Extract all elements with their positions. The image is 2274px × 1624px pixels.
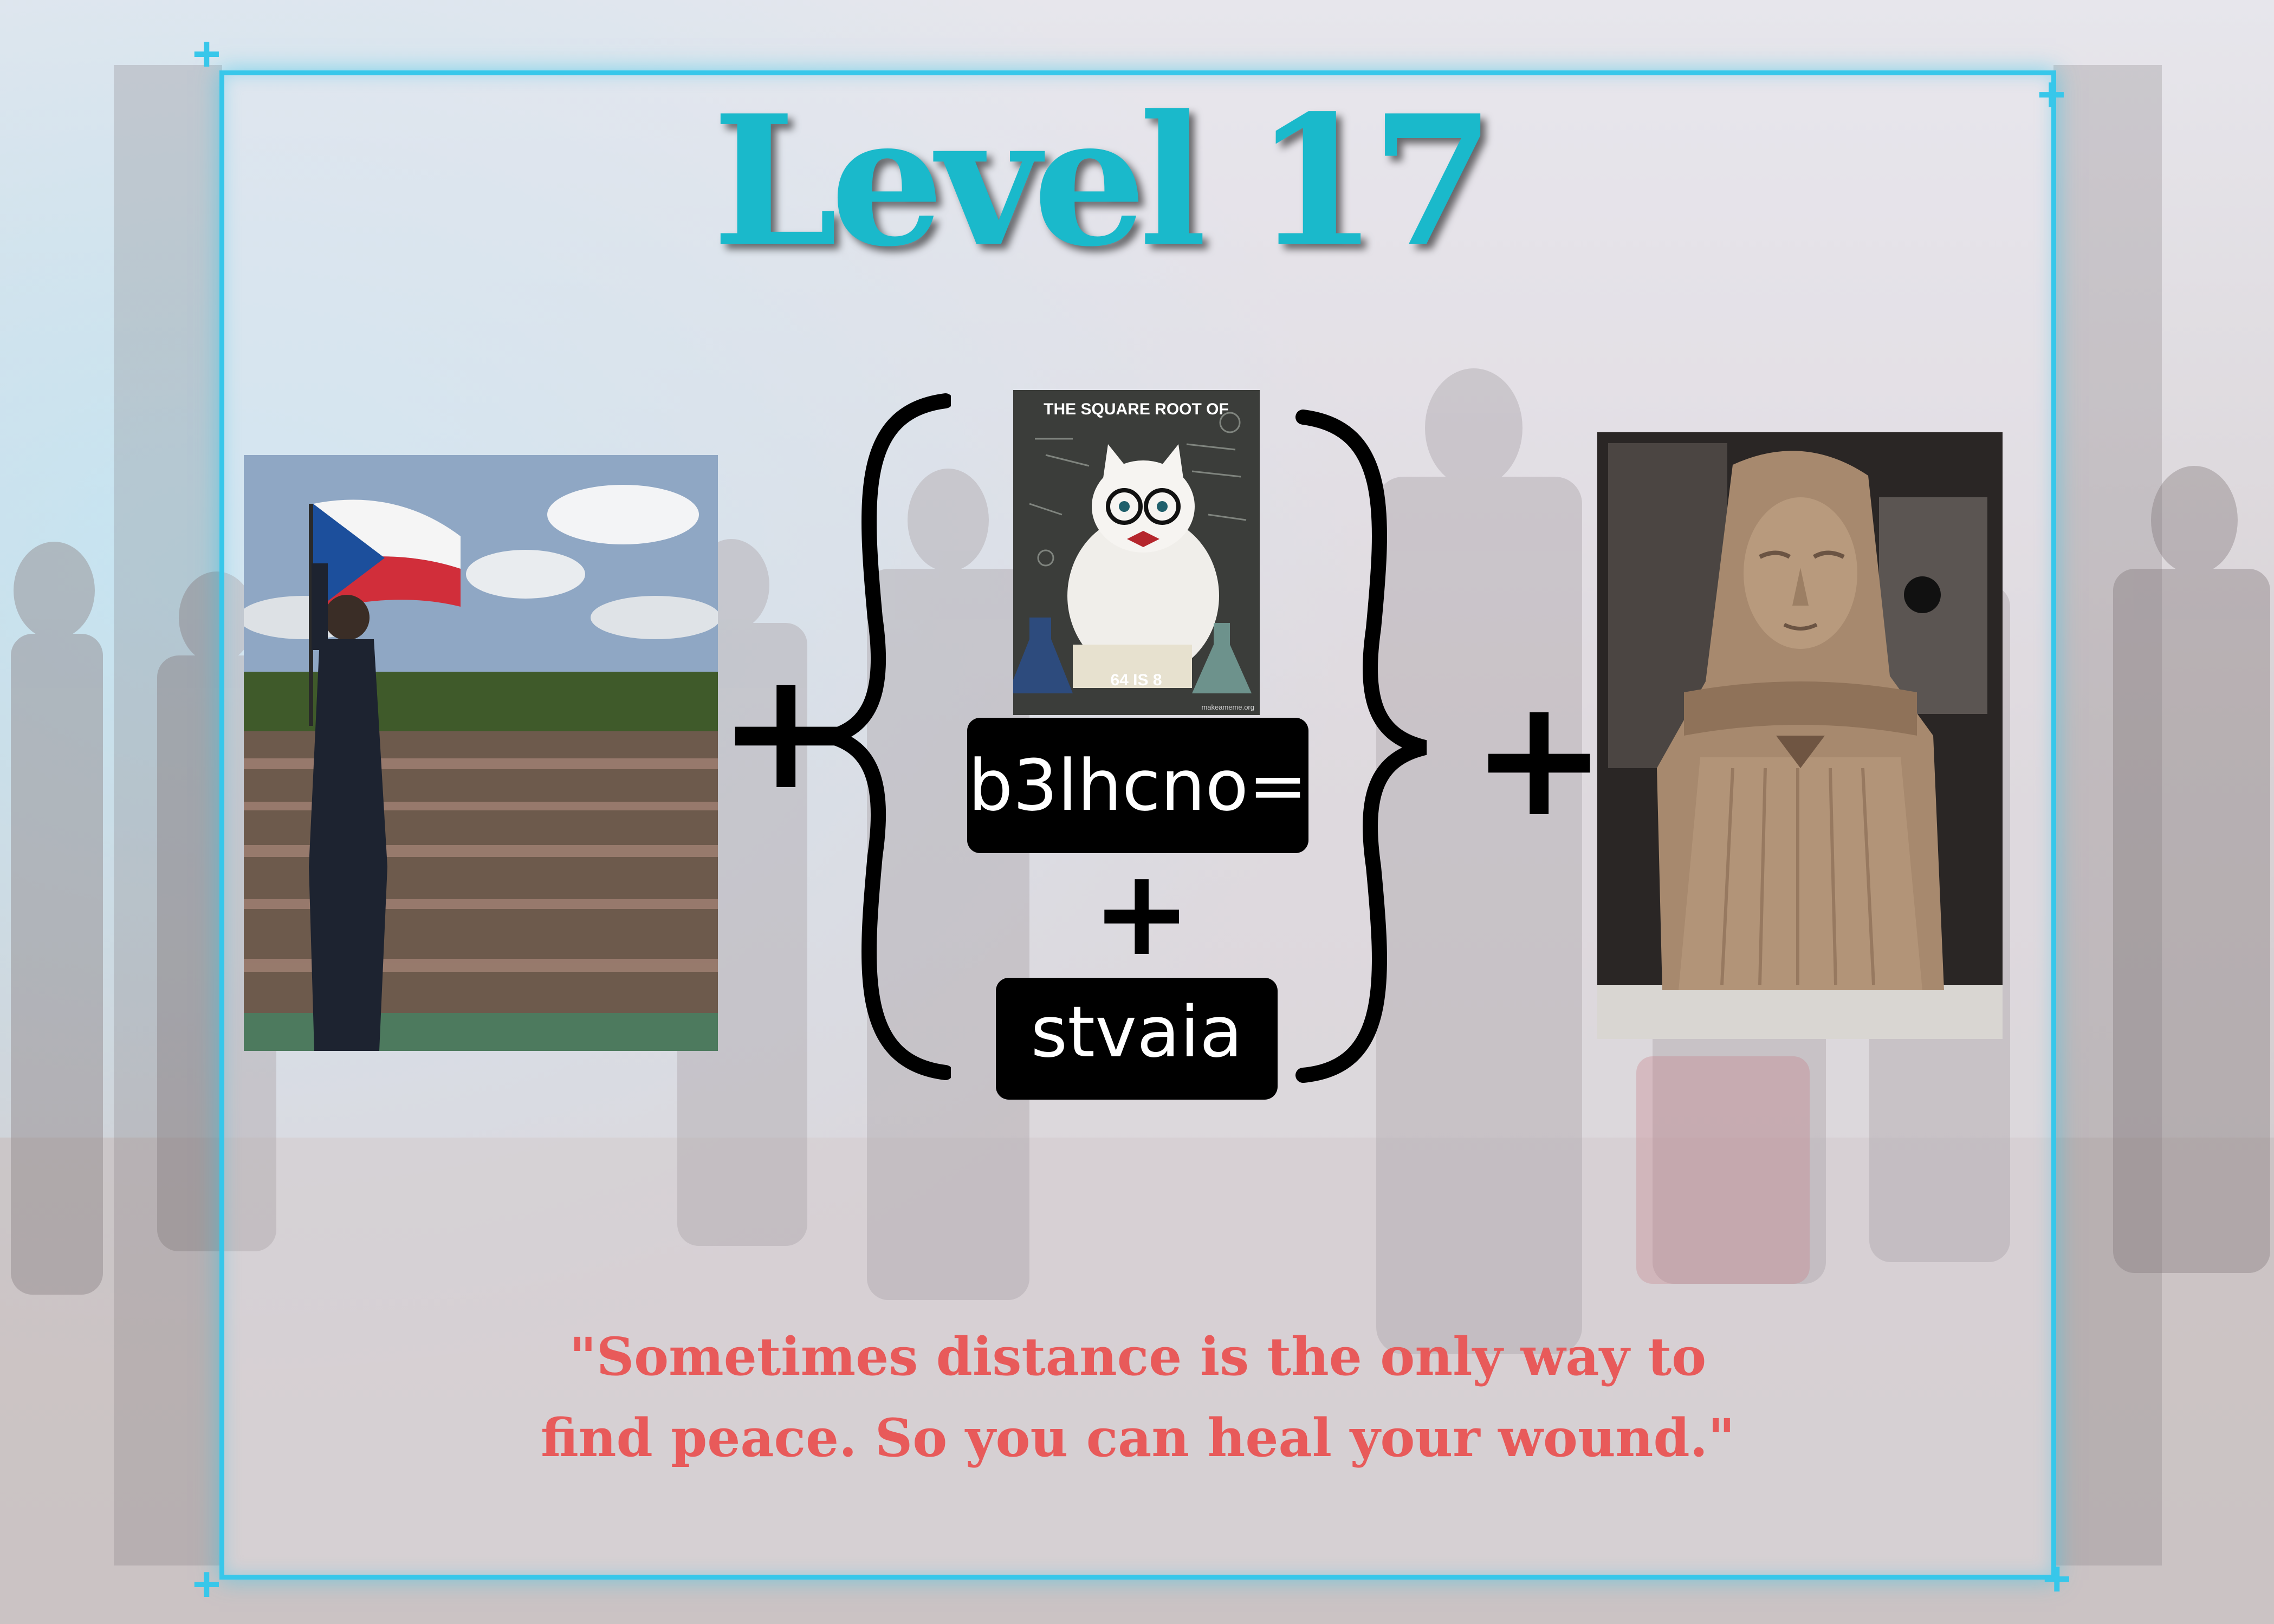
plus-operator-2: +: [1092, 843, 1192, 982]
quote-line-1: "Sometimes distance is the only way to: [569, 1326, 1707, 1387]
quote-line-2: find peace. So you can heal your wound.": [540, 1407, 1735, 1469]
plus-operator-3: +: [1471, 664, 1608, 853]
left-brace: [826, 393, 951, 1080]
code-box-2: stvaia: [996, 978, 1278, 1100]
cat-meme-image: THE SQUARE ROOT OF 64 IS 8 makeameme.org: [1013, 390, 1260, 715]
quote-text: "Sometimes distance is the only way to f…: [531, 1316, 1745, 1479]
meme-credit: makeameme.org: [1201, 703, 1254, 711]
corner-mark-top-left: +: [192, 27, 221, 81]
corner-mark-bottom-left: +: [192, 1557, 221, 1612]
meme-top-text: THE SQUARE ROOT OF: [1044, 400, 1229, 418]
right-brace: [1295, 410, 1427, 1083]
meme-bottom-text: 64 IS 8: [1110, 671, 1162, 689]
level-title: Level 17: [712, 76, 1495, 286]
corner-mark-bottom-right: +: [2043, 1552, 2071, 1606]
czech-flag-crowd-photo: [244, 455, 718, 1051]
code-box-1: b3lhcno=: [967, 718, 1308, 853]
ancient-bust-statue-photo: [1597, 432, 2003, 1039]
corner-mark-top-right: +: [2037, 68, 2066, 122]
